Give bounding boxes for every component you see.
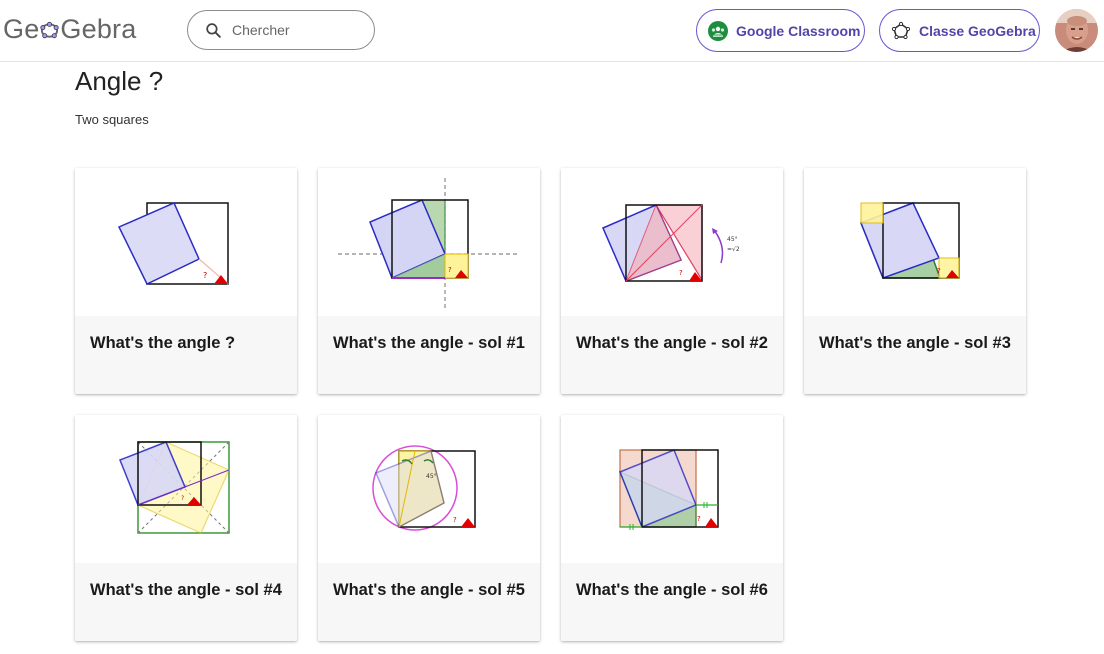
solution-5-figure: 45° ? — [372, 445, 476, 531]
search-icon — [206, 22, 221, 38]
card-title: What's the angle - sol #4 — [90, 581, 282, 599]
geogebra-class-icon — [891, 21, 911, 39]
material-card[interactable]: ? What's the angle ? — [75, 168, 297, 394]
google-classroom-icon — [708, 20, 728, 41]
angle-45-label: 45° — [426, 473, 437, 480]
question-mark: ? — [453, 516, 457, 524]
solution-2-figure: ? 45° =√2 — [602, 203, 740, 283]
user-photo-icon — [1055, 9, 1098, 52]
card-caption: What's the angle ? — [75, 316, 297, 394]
card-caption: What's the angle - sol #5 — [318, 563, 540, 641]
search-input[interactable] — [232, 22, 362, 38]
classe-geogebra-button[interactable]: Classe GeoGebra — [879, 9, 1040, 52]
question-mark: ? — [448, 266, 452, 274]
card-caption: What's the angle - sol #3 — [804, 316, 1026, 394]
card-thumbnail: ? — [804, 168, 1026, 316]
solution-1-figure: ? — [338, 178, 518, 308]
card-title: What's the angle - sol #1 — [333, 334, 525, 352]
card-caption: What's the angle - sol #2 — [561, 316, 783, 394]
classe-geogebra-label: Classe GeoGebra — [919, 22, 1036, 39]
page-title: Angle ? — [75, 66, 164, 96]
material-card[interactable]: ? What's the angle - sol #1 — [318, 168, 540, 394]
solution-6-figure: ? — [618, 449, 719, 530]
card-title: What's the angle - sol #6 — [576, 581, 768, 599]
search-box[interactable] — [187, 10, 375, 50]
card-thumbnail: ? — [75, 415, 297, 563]
sqrt-label: =√2 — [727, 246, 740, 253]
top-bar: Ge Gebra Google Classroom — [0, 0, 1104, 62]
user-avatar[interactable] — [1055, 9, 1098, 52]
card-thumbnail: 45° ? — [318, 415, 540, 563]
card-title: What's the angle ? — [90, 334, 236, 352]
material-card[interactable]: ? What's the angle - sol #3 — [804, 168, 1026, 394]
geogebra-logo[interactable]: Ge Gebra — [3, 14, 136, 45]
card-thumbnail: ? — [318, 168, 540, 316]
google-classroom-label: Google Classroom — [736, 22, 861, 39]
material-card[interactable]: ? What's the angle - sol #4 — [75, 415, 297, 641]
logo-ellipse-icon — [40, 21, 60, 39]
question-mark: ? — [697, 515, 701, 523]
card-caption: What's the angle - sol #4 — [75, 563, 297, 641]
card-title: What's the angle - sol #2 — [576, 334, 768, 352]
card-caption: What's the angle - sol #1 — [318, 316, 540, 394]
angle-45-label: 45° — [727, 236, 738, 243]
solution-4-figure: ? — [119, 441, 230, 534]
solution-3-figure: ? — [860, 202, 960, 279]
card-title: What's the angle - sol #5 — [333, 581, 525, 599]
material-card[interactable]: ? 45° =√2 What's the angle - sol #2 — [561, 168, 783, 394]
material-card[interactable]: ? What's the angle - sol #6 — [561, 415, 783, 641]
question-mark: ? — [203, 271, 207, 280]
question-mark: ? — [937, 267, 941, 275]
google-classroom-button[interactable]: Google Classroom — [696, 9, 865, 52]
card-title: What's the angle - sol #3 — [819, 334, 1011, 352]
material-card[interactable]: 45° ? What's the angle - sol #5 — [318, 415, 540, 641]
logo-text-start: Ge — [3, 14, 40, 44]
logo-text-end: Gebra — [60, 14, 137, 44]
page-subtitle: Two squares — [75, 112, 149, 127]
question-mark: ? — [181, 495, 184, 502]
card-thumbnail: ? 45° =√2 — [561, 168, 783, 316]
card-thumbnail: ? — [561, 415, 783, 563]
two-squares-figure: ? — [117, 202, 229, 285]
question-mark: ? — [679, 269, 683, 277]
card-caption: What's the angle - sol #6 — [561, 563, 783, 641]
card-thumbnail: ? — [75, 168, 297, 316]
